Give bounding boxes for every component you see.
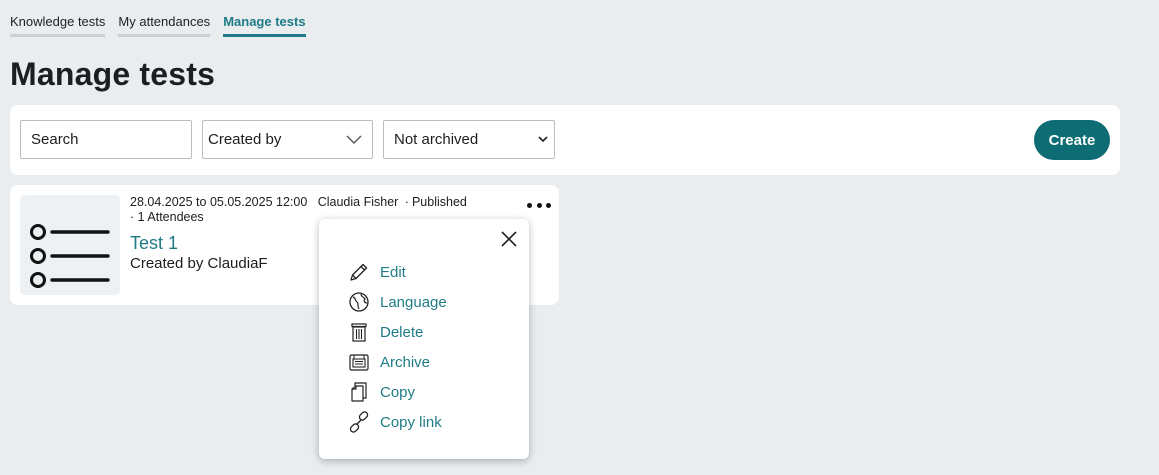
page-title: Manage tests	[10, 56, 216, 92]
search-input[interactable]	[31, 131, 191, 148]
link-icon	[349, 411, 369, 433]
archived-select-value: Not archived	[394, 131, 479, 148]
menu-item-copy[interactable]: Copy	[348, 377, 447, 407]
menu-item-label: Archive	[380, 353, 431, 371]
menu-item-delete[interactable]: Delete	[348, 317, 447, 347]
tab-manage-tests[interactable]: Manage tests	[223, 14, 306, 37]
menu-item-label: Edit	[380, 263, 406, 281]
chevron-down-icon	[346, 135, 362, 144]
more-dot	[527, 202, 532, 208]
test-title[interactable]: Test 1	[130, 233, 178, 254]
pencil-icon	[350, 263, 368, 281]
test-attendees: 1 Attendees	[137, 210, 204, 224]
test-status: Published	[411, 195, 467, 209]
trash-icon	[351, 323, 367, 342]
menu-item-copy-link[interactable]: Copy link	[348, 407, 447, 437]
search-field	[20, 120, 192, 159]
menu-item-label: Language	[380, 293, 447, 311]
create-button[interactable]: Create	[1034, 120, 1110, 160]
close-icon[interactable]	[500, 230, 518, 248]
menu-list: Edit Language Delete Archive Copy Copy l…	[348, 257, 447, 437]
test-date-from: 28.04.2025	[130, 195, 193, 209]
filter-bar: Created by Not archived Create	[10, 105, 1120, 175]
globe-icon	[349, 292, 369, 312]
tab-my-attendances[interactable]: My attendances	[118, 14, 211, 37]
test-author: Claudia Fisher	[317, 195, 399, 209]
menu-item-archive[interactable]: Archive	[348, 347, 447, 377]
test-thumbnail	[20, 195, 120, 295]
archive-icon	[349, 354, 369, 371]
more-dot	[546, 202, 551, 208]
menu-item-label: Copy link	[380, 413, 442, 431]
more-dot	[536, 202, 542, 208]
created-by-label: Created by	[208, 131, 282, 148]
menu-item-edit[interactable]: Edit	[348, 257, 447, 287]
chevron-down-icon	[538, 136, 548, 143]
more-options-button[interactable]	[527, 197, 551, 213]
menu-item-language[interactable]: Language	[348, 287, 447, 317]
test-date-to: 05.05.2025 12:00	[209, 195, 308, 209]
created-by-dropdown[interactable]: Created by	[202, 120, 373, 159]
copy-icon	[351, 382, 367, 402]
top-tabs: Knowledge tests My attendances Manage te…	[10, 14, 306, 37]
archived-select[interactable]: Not archived	[383, 120, 555, 159]
test-created-by: Created by ClaudiaF	[130, 255, 268, 272]
test-actions-menu: Edit Language Delete Archive Copy Copy l…	[319, 219, 529, 459]
list-icon	[30, 224, 110, 288]
menu-item-label: Delete	[380, 323, 424, 341]
tab-knowledge-tests[interactable]: Knowledge tests	[10, 14, 106, 37]
menu-item-label: Copy	[380, 383, 416, 401]
test-date-to-label: to	[196, 195, 207, 209]
